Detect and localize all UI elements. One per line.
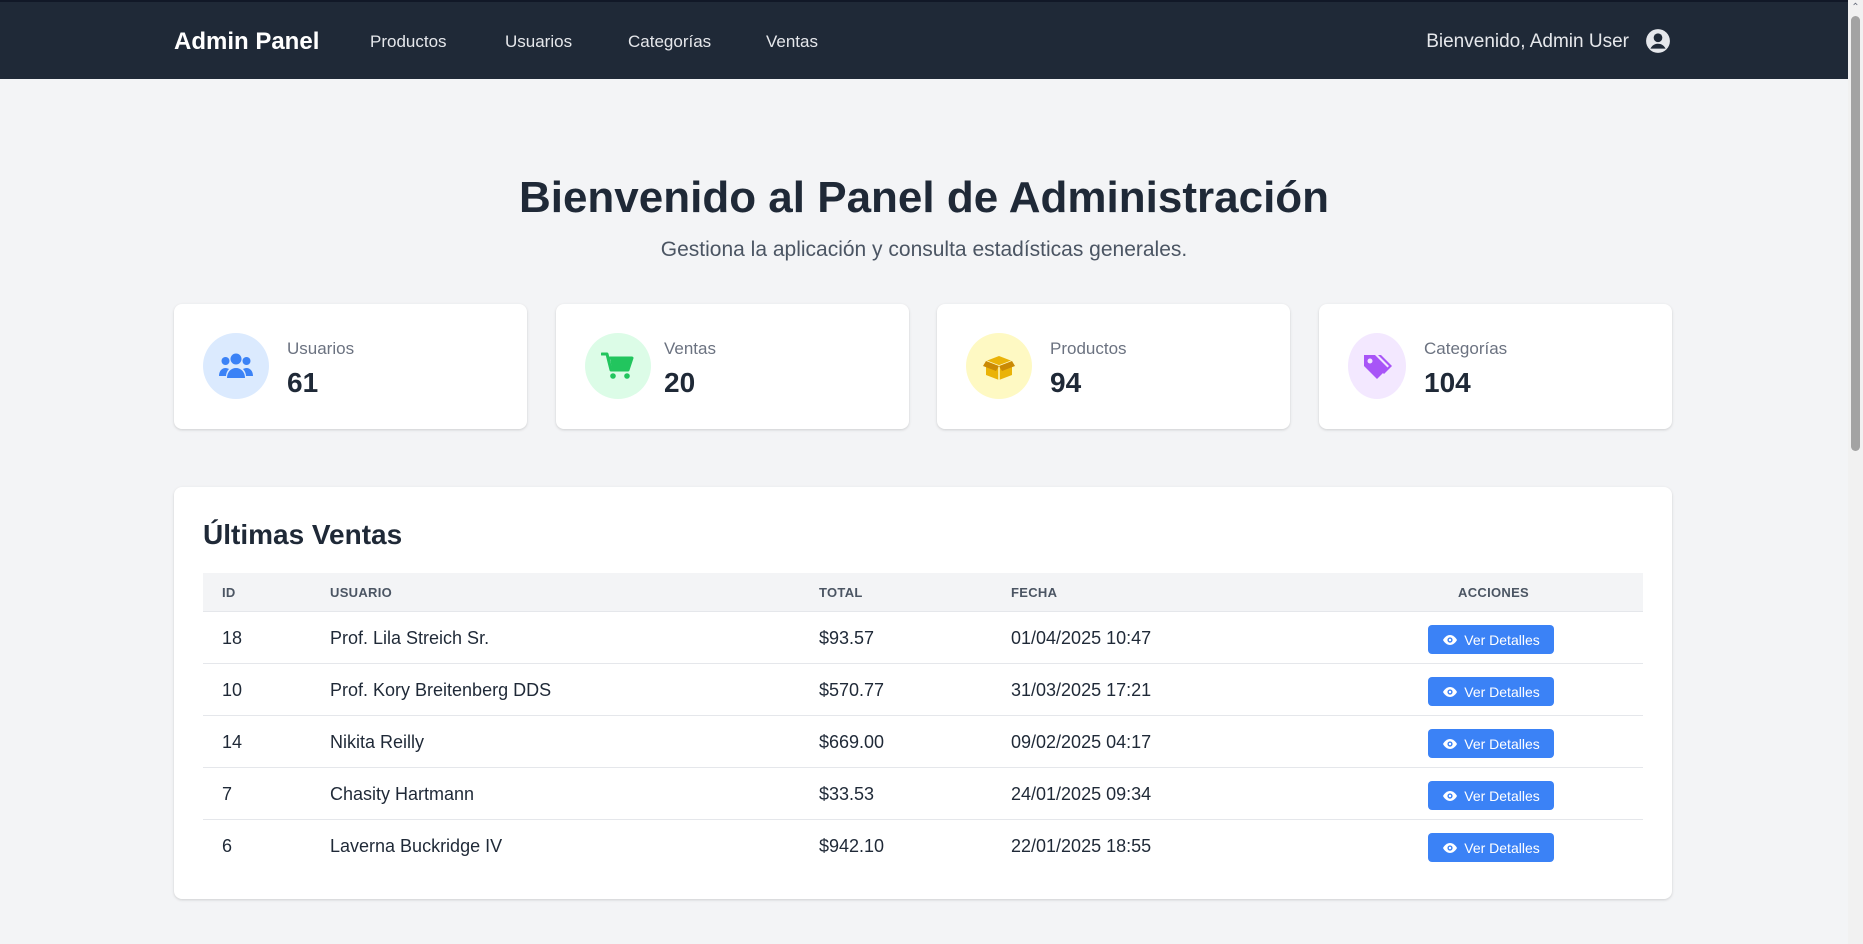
cell-user: Chasity Hartmann: [330, 784, 475, 804]
column-header-total: TOTAL: [819, 585, 863, 600]
table-row: 14 Nikita Reilly $669.00 09/02/2025 04:1…: [203, 716, 1643, 768]
cell-total: $669.00: [819, 732, 885, 752]
column-header-actions: ACCIONES: [1458, 585, 1530, 600]
nav-link-usuarios[interactable]: Usuarios: [505, 32, 572, 52]
brand-logo[interactable]: Admin Panel: [174, 28, 319, 56]
cell-id: 6: [222, 836, 233, 856]
cell-date: 24/01/2025 09:34: [1011, 784, 1152, 804]
eye-icon: [1443, 634, 1458, 645]
column-header-user: USUARIO: [330, 585, 393, 600]
eye-icon: [1443, 738, 1458, 749]
stat-card-categorias: Categorías 104: [1319, 304, 1672, 429]
table-row: 7 Chasity Hartmann $33.53 24/01/2025 09:…: [203, 768, 1643, 820]
button-label: Ver Detalles: [1464, 631, 1540, 648]
box-icon: [966, 333, 1032, 399]
cell-id: 18: [222, 628, 243, 648]
column-header-date: FECHA: [1011, 585, 1058, 600]
shopping-cart-icon: [585, 333, 651, 399]
button-label: Ver Detalles: [1464, 735, 1540, 752]
stat-label: Ventas: [664, 339, 716, 358]
cell-date: 01/04/2025 10:47: [1011, 628, 1152, 648]
stat-value: 94: [1050, 367, 1082, 398]
eye-icon: [1443, 686, 1458, 697]
nav-link-ventas[interactable]: Ventas: [766, 32, 818, 52]
page-subtitle: Gestiona la aplicación y consulta estadí…: [660, 238, 1188, 261]
cell-user: Laverna Buckridge IV: [330, 836, 503, 856]
view-details-button[interactable]: Ver Detalles: [1428, 625, 1554, 654]
view-details-button[interactable]: Ver Detalles: [1428, 833, 1554, 862]
button-label: Ver Detalles: [1464, 839, 1540, 856]
cell-total: $33.53: [819, 784, 875, 804]
view-details-button[interactable]: Ver Detalles: [1428, 729, 1554, 758]
cell-date: 31/03/2025 17:21: [1011, 680, 1152, 700]
view-details-button[interactable]: Ver Detalles: [1428, 781, 1554, 810]
cell-total: $570.77: [819, 680, 885, 700]
section-title: Últimas Ventas: [203, 519, 403, 550]
table-row: 6 Laverna Buckridge IV $942.10 22/01/202…: [203, 820, 1643, 872]
stat-card-productos: Productos 94: [937, 304, 1290, 429]
scroll-up-arrow-icon[interactable]: ⌃: [1848, 2, 1863, 14]
cell-id: 14: [222, 732, 243, 752]
view-details-button[interactable]: Ver Detalles: [1428, 677, 1554, 706]
stat-value: 20: [664, 367, 696, 398]
table-row: 10 Prof. Kory Breitenberg DDS $570.77 31…: [203, 664, 1643, 716]
stat-value: 104: [1424, 367, 1471, 398]
page-title: Bienvenido al Panel de Administración: [518, 173, 1330, 222]
eye-icon: [1443, 842, 1458, 853]
eye-icon: [1443, 790, 1458, 801]
cell-total: $93.57: [819, 628, 875, 648]
button-label: Ver Detalles: [1464, 787, 1540, 804]
nav-link-categorias[interactable]: Categorías: [628, 32, 711, 52]
cell-total: $942.10: [819, 836, 885, 856]
scroll-thumb[interactable]: [1851, 16, 1860, 451]
column-header-id: ID: [222, 585, 236, 600]
latest-sales-panel: Últimas Ventas ID USUARIO TOTAL FECHA AC…: [174, 487, 1672, 899]
button-label: Ver Detalles: [1464, 683, 1540, 700]
tags-icon: [1348, 333, 1406, 399]
table-row: 18 Prof. Lila Streich Sr. $93.57 01/04/2…: [203, 612, 1643, 664]
top-navbar: Admin Panel Productos Usuarios Categoría…: [0, 0, 1848, 79]
welcome-text: Bienvenido, Admin User: [1426, 31, 1629, 52]
page-scrollbar[interactable]: ⌃: [1848, 0, 1863, 944]
nav-link-productos[interactable]: Productos: [370, 32, 447, 52]
cell-date: 22/01/2025 18:55: [1011, 836, 1152, 856]
users-icon: [203, 333, 269, 399]
stat-card-usuarios: Usuarios 61: [174, 304, 527, 429]
stat-label: Productos: [1050, 339, 1127, 358]
cell-user: Nikita Reilly: [330, 732, 425, 752]
user-circle-icon[interactable]: [1645, 28, 1671, 54]
stat-label: Usuarios: [287, 339, 355, 358]
cell-id: 10: [222, 680, 243, 700]
sales-table: ID USUARIO TOTAL FECHA ACCIONES 18 Prof.…: [203, 573, 1643, 872]
cell-id: 7: [222, 784, 233, 804]
stat-card-ventas: Ventas 20: [556, 304, 909, 429]
table-header: ID USUARIO TOTAL FECHA ACCIONES: [203, 573, 1643, 612]
stat-value: 61: [287, 367, 319, 398]
stat-label: Categorías: [1424, 339, 1508, 358]
cell-user: Prof. Kory Breitenberg DDS: [330, 680, 552, 700]
cell-date: 09/02/2025 04:17: [1011, 732, 1152, 752]
cell-user: Prof. Lila Streich Sr.: [330, 628, 490, 648]
